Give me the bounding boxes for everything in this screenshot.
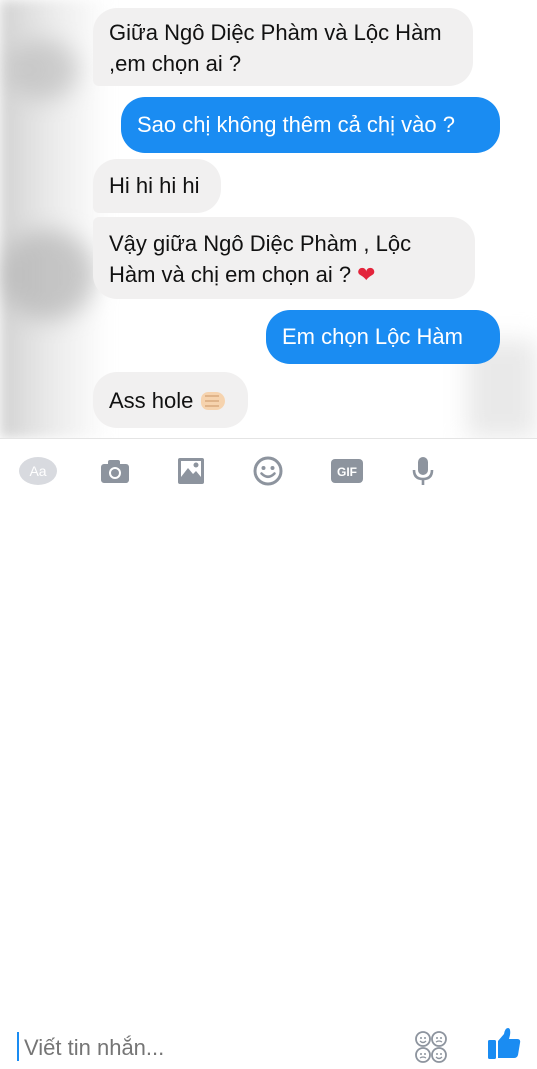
voice-button[interactable] <box>410 456 436 486</box>
image-icon <box>178 458 204 484</box>
like-button[interactable] <box>486 1025 522 1061</box>
message-bubble-incoming[interactable]: Ass hole <box>93 372 248 428</box>
message-input[interactable] <box>22 1030 386 1066</box>
gif-button[interactable]: GIF <box>330 456 364 486</box>
aa-button[interactable]: Aa <box>18 456 58 486</box>
gif-label: GIF <box>337 465 357 479</box>
sticker-button[interactable] <box>414 1030 448 1064</box>
message-text: Ass hole <box>109 388 194 413</box>
image-button[interactable] <box>176 456 206 486</box>
message-thread[interactable]: Giữa Ngô Diệc Phàm và Lộc Hàm ,em chọn a… <box>0 0 537 438</box>
fist-bump-emoji-icon <box>201 392 226 410</box>
aa-icon: Aa <box>19 457 57 485</box>
message-bubble-incoming[interactable]: Vậy giữa Ngô Diệc Phàm , Lộc Hàm và chị … <box>93 217 475 299</box>
camera-icon <box>101 460 129 483</box>
composer <box>0 501 537 1066</box>
emoji-button[interactable] <box>252 456 284 486</box>
composer-toolbar: Aa GIF <box>0 439 537 501</box>
message-bubble-outgoing[interactable]: Sao chị không thêm cả chị vào ? <box>121 97 500 153</box>
heart-emoji-icon: ❤ <box>357 262 376 287</box>
message-text: Sao chị không thêm cả chị vào ? <box>137 112 455 137</box>
aa-label: Aa <box>29 463 46 479</box>
message-text: Em chọn Lộc Hàm <box>282 324 463 349</box>
microphone-icon <box>412 457 434 485</box>
smiley-icon <box>253 456 283 486</box>
camera-button[interactable] <box>98 456 132 486</box>
message-bubble-incoming[interactable]: Giữa Ngô Diệc Phàm và Lộc Hàm ,em chọn a… <box>93 8 473 86</box>
thumbs-up-icon <box>488 1028 521 1059</box>
message-bubble-incoming[interactable]: Hi hi hi hi <box>93 159 221 213</box>
text-cursor <box>17 1032 19 1061</box>
message-text: Hi hi hi hi <box>109 173 200 198</box>
gif-icon: GIF <box>331 459 363 483</box>
sticker-faces-icon <box>415 1031 447 1063</box>
message-text: Giữa Ngô Diệc Phàm và Lộc Hàm ,em chọn a… <box>109 20 442 76</box>
message-bubble-outgoing[interactable]: Em chọn Lộc Hàm <box>266 310 500 364</box>
